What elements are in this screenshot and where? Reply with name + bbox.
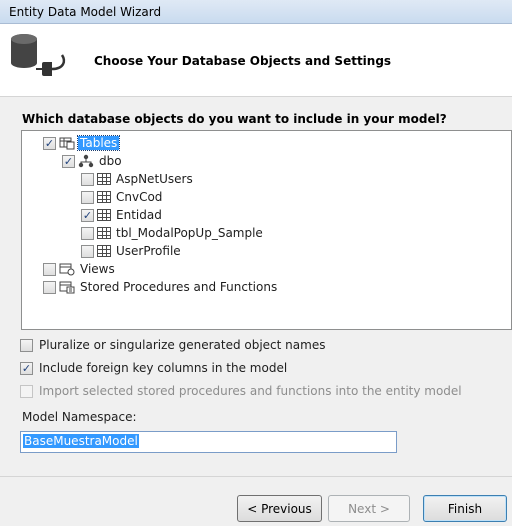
tree-item-cnvcod[interactable]: CnvCod [81,188,162,206]
tree-item-entidad[interactable]: Entidad [81,206,162,224]
foreign-keys-label: Include foreign key columns in the model [39,361,288,375]
table-icon [97,245,111,257]
pluralize-checkbox[interactable] [20,338,33,352]
stored-procedures-label: Stored Procedures and Functions [80,280,278,294]
tree-node-stored-procedures[interactable]: Stored Procedures and Functions [43,278,277,296]
import-procs-option: Import selected stored procedures and fu… [20,382,462,400]
pluralize-label: Pluralize or singularize generated objec… [39,338,326,352]
dbo-label: dbo [99,154,122,168]
userprofile-label: UserProfile [116,244,181,258]
page-heading: Choose Your Database Objects and Setting… [94,54,392,68]
stored-procedures-icon [59,281,75,294]
tree-item-aspnetusers[interactable]: AspNetUsers [81,170,193,188]
tbl-modalpopup-sample-checkbox[interactable] [81,226,94,240]
wizard-header: Choose Your Database Objects and Setting… [0,24,512,97]
cnvcod-label: CnvCod [116,190,163,204]
views-checkbox[interactable] [43,262,56,276]
import-procs-checkbox [20,384,33,398]
table-icon [97,173,111,185]
database-objects-tree[interactable]: Tables dbo AspNetUsers CnvCod Entidad tb… [21,130,512,330]
objects-question: Which database objects do you want to in… [22,112,447,126]
pluralize-option[interactable]: Pluralize or singularize generated objec… [20,336,325,354]
tree-node-views[interactable]: Views [43,260,115,278]
title-bar: Entity Data Model Wizard [0,0,512,24]
tree-node-tables[interactable]: Tables [43,134,121,152]
schema-icon [78,154,94,168]
tables-label: Tables [76,135,121,151]
import-procs-label: Import selected stored procedures and fu… [39,384,462,398]
tree-node-dbo[interactable]: dbo [62,152,122,170]
views-label: Views [80,262,115,276]
finish-button[interactable]: Finish [423,495,507,522]
tbl-modalpopup-sample-label: tbl_ModalPopUp_Sample [116,226,263,240]
foreign-keys-option[interactable]: Include foreign key columns in the model [20,359,287,377]
model-namespace-input[interactable]: BaseMuestraModel [20,431,397,453]
tree-item-tbl-modalpopup-sample[interactable]: tbl_ModalPopUp_Sample [81,224,263,242]
tables-folder-icon [59,137,75,150]
table-icon [97,191,111,203]
foreign-keys-checkbox[interactable] [20,361,33,375]
aspnetusers-label: AspNetUsers [116,172,193,186]
database-plug-icon [11,34,66,76]
views-icon [59,263,75,276]
window-title: Entity Data Model Wizard [9,5,162,19]
table-icon [97,209,111,221]
entidad-label: Entidad [116,208,162,222]
dbo-checkbox[interactable] [62,154,75,168]
model-namespace-value: BaseMuestraModel [23,434,139,448]
footer-divider [0,476,512,477]
model-namespace-label: Model Namespace: [22,410,137,424]
tables-checkbox[interactable] [43,136,56,150]
cnvcod-checkbox[interactable] [81,190,94,204]
userprofile-checkbox[interactable] [81,244,94,258]
previous-button[interactable]: < Previous [237,495,322,522]
stored-procedures-checkbox[interactable] [43,280,56,294]
entidad-checkbox[interactable] [81,208,94,222]
next-button[interactable]: Next > [328,495,410,522]
table-icon [97,227,111,239]
aspnetusers-checkbox[interactable] [81,172,94,186]
tree-item-userprofile[interactable]: UserProfile [81,242,181,260]
